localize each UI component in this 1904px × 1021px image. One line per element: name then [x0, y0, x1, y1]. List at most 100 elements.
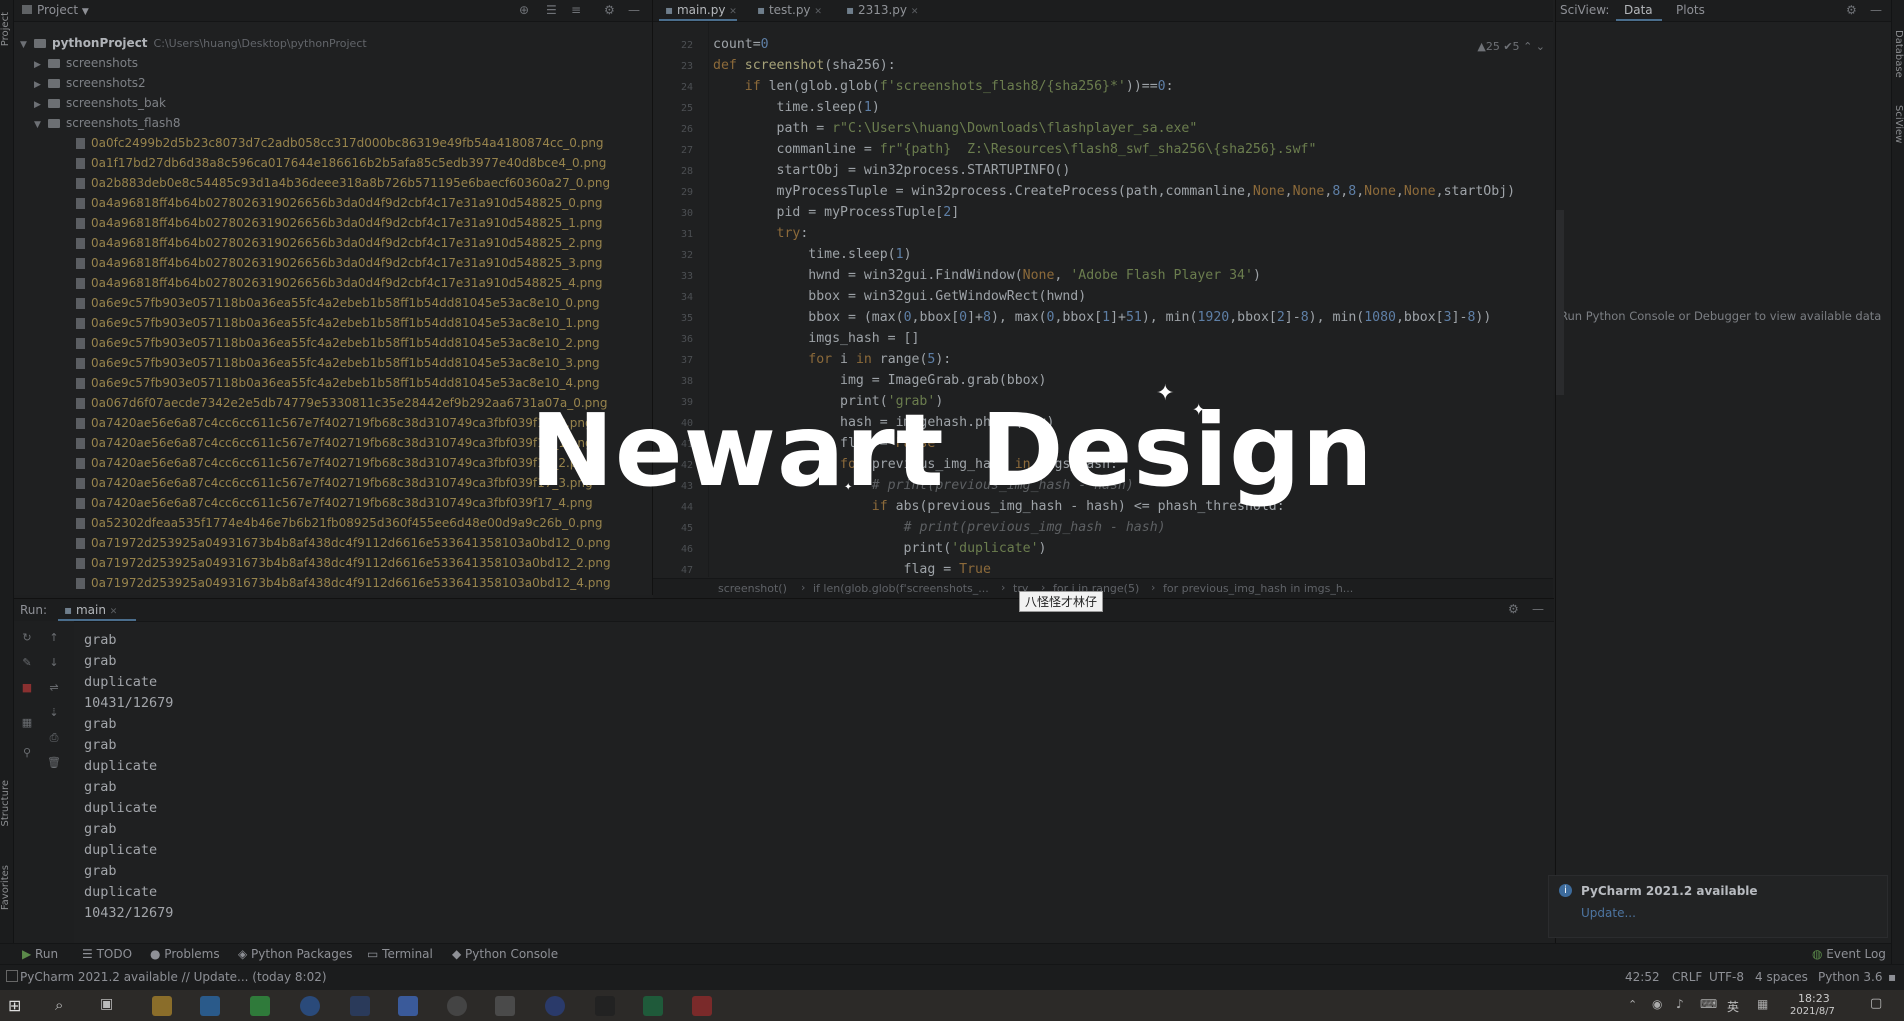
tree-file[interactable]: 0a4a96818ff4b64b0278026319026656b3da0d4f…	[76, 213, 603, 233]
breadcrumb-item[interactable]: if len(glob.glob(f'screenshots_...	[813, 582, 989, 595]
tree-file[interactable]: 0a1f17bd27db6d38a8c596ca017644e186616b2b…	[76, 153, 606, 173]
close-icon[interactable]: ✕	[110, 607, 118, 617]
breadcrumb-item[interactable]: for previous_img_hash in imgs_h...	[1163, 582, 1353, 595]
windows-start-icon[interactable]: ⊞	[8, 996, 28, 1016]
tab-terminal[interactable]: ▭ Terminal	[367, 947, 433, 961]
tree-file[interactable]: 0a52302dfeaa535f1774e4b46e7b6b21fb08925d…	[76, 513, 602, 533]
search-icon[interactable]: ⌕	[55, 996, 75, 1016]
clock-time[interactable]: 18:23	[1798, 992, 1830, 1005]
vscode-icon[interactable]	[200, 996, 220, 1016]
flash-player-icon[interactable]	[692, 996, 712, 1016]
tree-root[interactable]: ▼ pythonProject C:\Users\huang\Desktop\pyt…	[20, 33, 367, 53]
chrome-icon[interactable]	[447, 996, 467, 1016]
tree-file[interactable]: 0a4a96818ff4b64b0278026319026656b3da0d4f…	[76, 233, 603, 253]
indent-setting[interactable]: 4 spaces	[1755, 970, 1808, 984]
close-icon[interactable]: ✕	[729, 7, 737, 17]
minimize-icon[interactable]: —	[1532, 602, 1544, 616]
code-line: bbox = (max(0,bbox[0]+8), max(0,bbox[1]+…	[713, 310, 1492, 325]
tree-folder[interactable]: ▼ screenshots_flash8	[34, 113, 180, 133]
tree-file[interactable]: 0a71972d253925a04931673b4b8af438dc4f9112…	[76, 573, 611, 593]
scrollbar[interactable]	[1556, 210, 1564, 395]
interpreter[interactable]: Python 3.6	[1818, 970, 1883, 984]
app-icon[interactable]	[495, 996, 515, 1016]
tree-file[interactable]: 0a6e9c57fb903e057118b0a36ea55fc4a2ebeb1b…	[76, 313, 600, 333]
tab-plots[interactable]: Plots	[1676, 3, 1705, 17]
close-icon[interactable]: ✕	[814, 7, 822, 17]
database-tool-label[interactable]: Database	[1892, 30, 1904, 78]
collapse-all-icon[interactable]: ≡	[571, 3, 581, 17]
file-explorer-icon[interactable]	[152, 996, 172, 1016]
chevron-right-icon[interactable]: ▶	[34, 75, 48, 95]
notification-center-icon[interactable]: ▢	[1870, 996, 1882, 1011]
file-encoding[interactable]: UTF-8	[1709, 970, 1744, 984]
task-view-icon[interactable]: ▣	[100, 996, 120, 1016]
browser-icon[interactable]	[300, 996, 320, 1016]
ime-grid-icon[interactable]: ▦	[1757, 997, 1768, 1011]
app-icon[interactable]	[545, 996, 565, 1016]
chevron-down-icon[interactable]: ▼	[34, 115, 48, 135]
tree-file[interactable]: 0a2b883deb0e8c54485c93d1a4b36deee318a8b7…	[76, 173, 610, 193]
minimize-icon[interactable]: —	[628, 3, 640, 17]
keyboard-icon[interactable]: ⌨	[1700, 997, 1717, 1011]
tree-file[interactable]: 0a4a96818ff4b64b0278026319026656b3da0d4f…	[76, 193, 603, 213]
chevron-right-icon[interactable]: ▶	[34, 95, 48, 115]
lock-icon[interactable]: ▪	[1888, 970, 1896, 984]
tray-chevron-icon[interactable]: ⌃	[1628, 998, 1637, 1011]
close-icon[interactable]: ✕	[911, 7, 919, 17]
favorites-tool-label[interactable]: Favorites	[0, 865, 13, 910]
tree-folder[interactable]: ▶ screenshots	[34, 53, 138, 73]
event-log[interactable]: ◍ Event Log	[1812, 947, 1886, 961]
tree-file[interactable]: 0a6e9c57fb903e057118b0a36ea55fc4a2ebeb1b…	[76, 293, 600, 313]
project-title[interactable]: Project ▼	[22, 3, 89, 17]
tree-file[interactable]: 0a0fc2499b2d5b23c8073d7c2adb058cc317d000…	[76, 133, 604, 153]
chevron-right-icon[interactable]: ▶	[34, 55, 48, 75]
tree-file[interactable]: 0a6e9c57fb903e057118b0a36ea55fc4a2ebeb1b…	[76, 373, 600, 393]
tree-file[interactable]: 0a71972d253925a04931673b4b8af438dc4f9112…	[76, 533, 611, 553]
status-message[interactable]: PyCharm 2021.2 available // Update... (t…	[20, 970, 327, 984]
tab-python-console[interactable]: ◆ Python Console	[452, 947, 558, 961]
tree-folder[interactable]: ▶ screenshots2	[34, 73, 146, 93]
line-separator[interactable]: CRLF	[1672, 970, 1702, 984]
run-config-tab[interactable]: ▪ main ✕	[64, 603, 117, 617]
terminal-icon[interactable]	[595, 996, 615, 1016]
gear-icon[interactable]: ⚙	[1508, 602, 1519, 616]
tab-todo[interactable]: ☰ TODO	[82, 947, 132, 961]
volume-icon[interactable]: ♪	[1676, 997, 1684, 1011]
update-link[interactable]: Update...	[1581, 906, 1636, 920]
status-panel-icon[interactable]	[6, 970, 18, 982]
breadcrumb-item[interactable]: screenshot()	[718, 582, 787, 595]
tab-2313-py[interactable]: ▪ 2313.py ✕	[846, 3, 918, 17]
gear-icon[interactable]: ⚙	[1846, 3, 1857, 17]
steam-icon[interactable]	[350, 996, 370, 1016]
clock-date[interactable]: 2021/8/7	[1790, 1006, 1835, 1017]
tab-run[interactable]: ▶ Run	[22, 947, 58, 961]
structure-tool-label[interactable]: Structure	[0, 780, 13, 827]
gear-icon[interactable]: ⚙	[604, 3, 615, 17]
tree-file[interactable]: 0a6e9c57fb903e057118b0a36ea55fc4a2ebeb1b…	[76, 353, 600, 373]
project-tool-label[interactable]: Project	[0, 12, 13, 46]
tab-problems[interactable]: ● Problems	[150, 947, 220, 961]
ime-indicator[interactable]: 英	[1727, 998, 1739, 1015]
locate-icon[interactable]: ⊕	[519, 3, 529, 17]
app-icon[interactable]	[398, 996, 418, 1016]
chevron-down-icon[interactable]: ▼	[82, 7, 89, 17]
wechat-icon[interactable]	[250, 996, 270, 1016]
expand-all-icon[interactable]: ☰	[546, 3, 557, 17]
tab-test-py[interactable]: ▪ test.py ✕	[757, 3, 822, 17]
pycharm-icon[interactable]	[643, 996, 663, 1016]
tree-file[interactable]: 0a71972d253925a04931673b4b8af438dc4f9112…	[76, 553, 611, 573]
minimize-icon[interactable]: —	[1870, 3, 1882, 17]
network-icon[interactable]: ◉	[1652, 997, 1662, 1011]
tree-folder[interactable]: ▶ screenshots_bak	[34, 93, 166, 113]
tab-data[interactable]: Data	[1624, 3, 1653, 17]
sciview-tool-label[interactable]: SciView	[1892, 105, 1904, 143]
tree-file[interactable]: 0a6e9c57fb903e057118b0a36ea55fc4a2ebeb1b…	[76, 333, 600, 353]
run-output[interactable]: grab grab duplicate 10431/12679 grab grab dupl…	[14, 621, 1554, 944]
chevron-down-icon[interactable]: ⌄	[1536, 40, 1545, 53]
tree-file[interactable]: 0a4a96818ff4b64b0278026319026656b3da0d4f…	[76, 273, 603, 293]
tree-file[interactable]: 0a4a96818ff4b64b0278026319026656b3da0d4f…	[76, 253, 603, 273]
cursor-position[interactable]: 42:52	[1625, 970, 1660, 984]
tab-python-packages[interactable]: ◈ Python Packages	[238, 947, 352, 961]
tab-main-py[interactable]: ▪ main.py ✕	[665, 3, 737, 17]
chevron-down-icon[interactable]: ▼	[20, 35, 34, 55]
